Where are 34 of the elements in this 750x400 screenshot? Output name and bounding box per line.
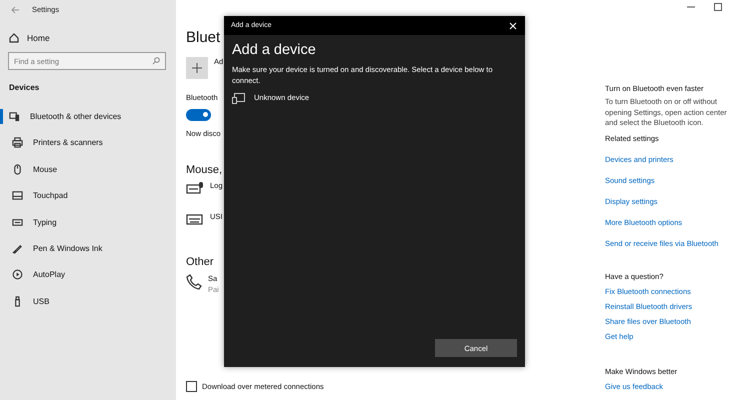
close-icon[interactable]	[509, 22, 517, 30]
autoplay-icon	[12, 269, 23, 280]
dialog-heading: Add a device	[232, 42, 317, 58]
pen-icon	[12, 242, 23, 254]
section-heading: Other	[186, 256, 214, 268]
sidebar-item[interactable]: Touchpad	[0, 188, 176, 204]
sidebar-item[interactable]: Mouse	[0, 162, 176, 177]
sidebar-item[interactable]: Bluetooth & other devices	[0, 109, 176, 124]
home-icon	[9, 33, 19, 43]
sidebar-item[interactable]: Typing	[0, 214, 176, 230]
page-title: Bluet	[186, 29, 220, 46]
printer-icon	[12, 137, 23, 148]
sidebar-item[interactable]: USB	[0, 294, 176, 309]
sidebar-item[interactable]: Printers & scanners	[0, 135, 176, 150]
plus-icon	[192, 63, 202, 73]
section-heading: Devices	[8, 82, 40, 92]
devices-icon	[9, 111, 20, 122]
section-heading: Mouse,	[186, 164, 222, 176]
metered-checkbox[interactable]	[186, 381, 197, 392]
keyboard-mouse-icon	[186, 181, 204, 195]
usb-icon	[12, 296, 23, 307]
maximize-icon[interactable]	[714, 3, 722, 11]
add-button[interactable]	[186, 57, 208, 79]
keyboard-icon	[186, 212, 204, 226]
home-link[interactable]: Home	[0, 19, 176, 43]
bluetooth-toggle[interactable]	[186, 109, 211, 121]
mouse-icon	[12, 164, 23, 175]
sidebar-item[interactable]: Pen & Windows Ink	[0, 240, 176, 256]
keyboard-icon	[12, 216, 23, 228]
search-icon	[152, 57, 160, 65]
display-icon	[232, 93, 245, 104]
phone-icon	[186, 274, 202, 290]
touchpad-icon	[12, 190, 23, 202]
sidebar-item[interactable]: AutoPlay	[0, 267, 176, 282]
